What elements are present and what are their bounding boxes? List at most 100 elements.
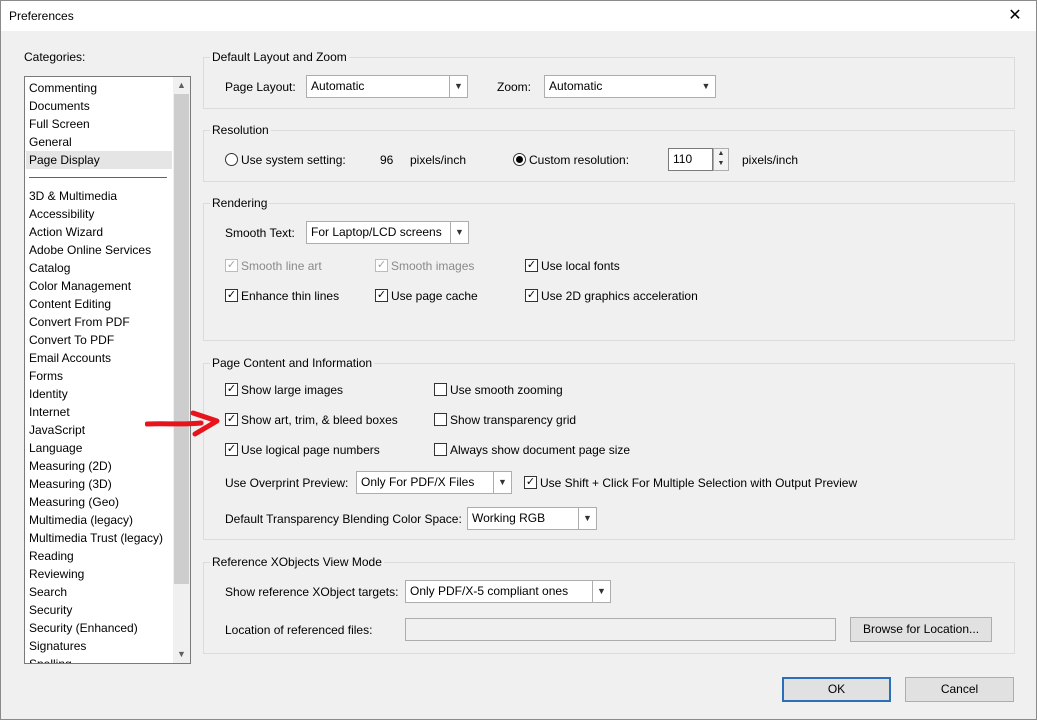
category-item[interactable]: Security (Enhanced) [29,619,138,637]
show-transparency-grid-checkbox[interactable] [434,413,447,426]
custom-resolution-unit: pixels/inch [742,153,799,167]
category-item[interactable]: Internet [29,403,70,421]
cancel-button[interactable]: Cancel [905,677,1014,702]
category-item[interactable]: Signatures [29,637,86,655]
category-item[interactable]: Multimedia (legacy) [29,511,133,529]
enhance-thin-lines-checkbox[interactable]: ✓ [225,289,238,302]
page-layout-value: Automatic [311,79,365,93]
category-item-commenting[interactable]: Commenting [29,79,97,97]
category-item[interactable]: 3D & Multimedia [29,187,117,205]
title-bar: Preferences ✕ [1,1,1036,31]
custom-resolution-radio[interactable] [513,153,526,166]
category-item[interactable]: Convert From PDF [29,313,130,331]
category-item[interactable]: Measuring (2D) [29,457,112,475]
custom-resolution-input[interactable]: 110 [668,148,713,171]
page-layout-label: Page Layout: [225,80,296,94]
category-item[interactable]: Reading [29,547,74,565]
chevron-down-icon: ▼ [449,76,467,97]
smooth-images-checkbox[interactable]: ✓ [375,259,388,272]
use-smooth-zooming-checkbox[interactable] [434,383,447,396]
system-resolution-value: 96 [380,153,394,167]
use-page-cache-label: Use page cache [391,289,478,303]
category-item[interactable]: Email Accounts [29,349,111,367]
use-local-fonts-label: Use local fonts [541,259,620,273]
category-item[interactable]: JavaScript [29,421,85,439]
group-title: Reference XObjects View Mode [210,554,384,570]
custom-resolution-value: 110 [673,152,693,166]
use-2d-acceleration-checkbox[interactable]: ✓ [525,289,538,302]
chevron-down-icon: ▼ [450,222,468,243]
window-title: Preferences [9,9,74,23]
show-art-trim-bleed-label: Show art, trim, & bleed boxes [241,413,398,427]
referenced-files-location-field[interactable] [405,618,836,641]
show-art-trim-bleed-checkbox[interactable]: ✓ [225,413,238,426]
xobject-targets-label: Show reference XObject targets: [225,585,399,599]
category-item[interactable]: Identity [29,385,68,403]
stepper-down-icon[interactable]: ▼ [714,159,728,169]
red-arrow-annotation-icon [145,410,220,437]
preferences-dialog: Preferences ✕ Categories: Commenting Doc… [0,0,1037,720]
smooth-text-label: Smooth Text: [225,226,295,240]
scroll-up-arrow-icon[interactable]: ▲ [173,77,190,94]
blending-color-space-dropdown[interactable]: Working RGB ▼ [467,507,597,530]
xobject-targets-dropdown[interactable]: Only PDF/X-5 compliant ones ▼ [405,580,611,603]
system-setting-label: Use system setting: [241,153,346,167]
category-item[interactable]: Adobe Online Services [29,241,151,259]
scroll-down-arrow-icon[interactable]: ▼ [173,646,190,663]
use-local-fonts-checkbox[interactable]: ✓ [525,259,538,272]
category-item[interactable]: Spelling [29,655,72,663]
page-layout-dropdown[interactable]: Automatic ▼ [306,75,468,98]
category-item[interactable]: Content Editing [29,295,111,313]
overprint-preview-value: Only For PDF/X Files [361,475,475,489]
chevron-down-icon: ▼ [578,508,596,529]
smooth-line-art-label: Smooth line art [241,259,322,273]
category-item[interactable]: Accessibility [29,205,94,223]
smooth-images-label: Smooth images [391,259,475,273]
group-title: Default Layout and Zoom [210,49,349,65]
browse-location-button[interactable]: Browse for Location... [850,617,992,642]
category-item[interactable]: Measuring (Geo) [29,493,119,511]
resolution-stepper[interactable]: ▲ ▼ [713,148,729,171]
system-setting-radio[interactable] [225,153,238,166]
category-item[interactable]: Convert To PDF [29,331,114,349]
zoom-value: Automatic [549,79,603,93]
category-item[interactable]: Color Management [29,277,131,295]
smooth-text-value: For Laptop/LCD screens [311,225,442,239]
show-large-images-checkbox[interactable]: ✓ [225,383,238,396]
category-item[interactable]: Search [29,583,67,601]
group-title: Page Content and Information [210,355,375,371]
categories-list[interactable]: Commenting Documents Full Screen General… [24,76,191,664]
category-item[interactable]: Multimedia Trust (legacy) [29,529,163,547]
use-logical-page-numbers-checkbox[interactable]: ✓ [225,443,238,456]
always-show-page-size-checkbox[interactable] [434,443,447,456]
smooth-text-dropdown[interactable]: For Laptop/LCD screens ▼ [306,221,469,244]
smooth-line-art-checkbox[interactable]: ✓ [225,259,238,272]
category-item[interactable]: Catalog [29,259,70,277]
zoom-dropdown[interactable]: Automatic ▼ [544,75,716,98]
chevron-down-icon: ▼ [493,472,511,493]
category-item[interactable]: Reviewing [29,565,84,583]
category-item[interactable]: Language [29,439,82,457]
category-item-general[interactable]: General [29,133,72,151]
always-show-page-size-label: Always show document page size [450,443,631,457]
categories-scrollbar[interactable]: ▲ ▼ [173,77,190,663]
show-transparency-grid-label: Show transparency grid [450,413,577,427]
blending-color-space-value: Working RGB [472,511,546,525]
ok-button[interactable]: OK [782,677,891,702]
scrollbar-thumb[interactable] [174,94,189,584]
category-item-page-display[interactable]: Page Display [26,151,172,169]
category-item[interactable]: Forms [29,367,63,385]
use-logical-page-numbers-label: Use logical page numbers [241,443,380,457]
stepper-up-icon[interactable]: ▲ [714,149,728,159]
use-page-cache-checkbox[interactable]: ✓ [375,289,388,302]
overprint-preview-dropdown[interactable]: Only For PDF/X Files ▼ [356,471,512,494]
category-item-documents[interactable]: Documents [29,97,90,115]
category-item[interactable]: Security [29,601,72,619]
category-item[interactable]: Action Wizard [29,223,103,241]
shift-click-selection-checkbox[interactable]: ✓ [524,476,537,489]
radio-selected-dot [516,156,523,163]
chevron-down-icon: ▼ [592,581,610,602]
category-item-full-screen[interactable]: Full Screen [29,115,90,133]
close-icon[interactable]: ✕ [998,1,1032,31]
category-item[interactable]: Measuring (3D) [29,475,112,493]
